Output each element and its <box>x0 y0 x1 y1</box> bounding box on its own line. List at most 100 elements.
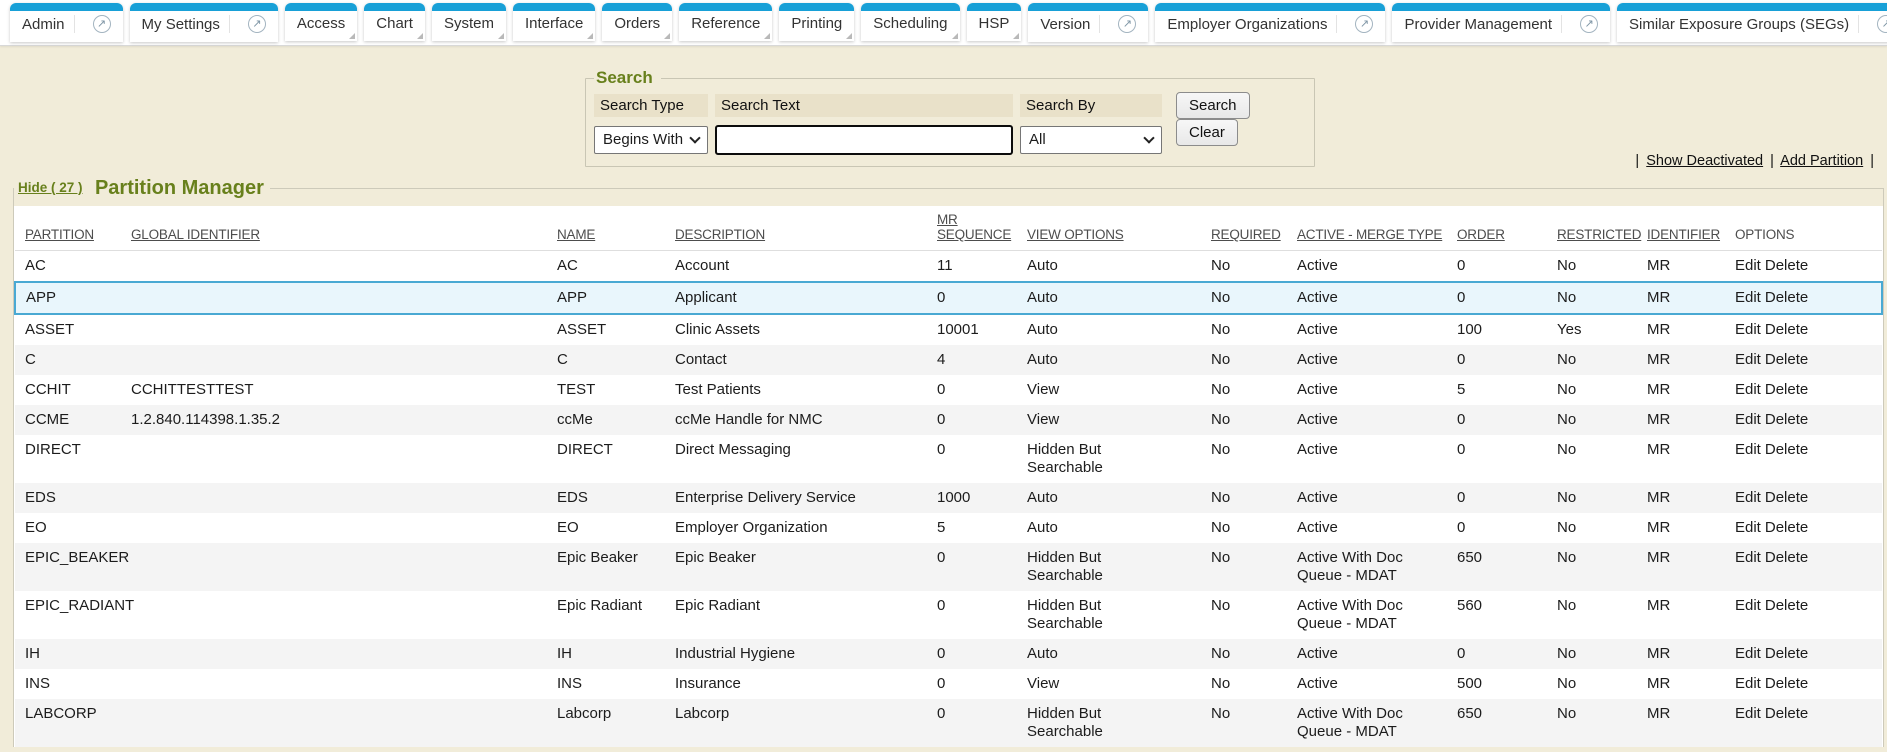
tab-provider-management[interactable]: Provider Management↗ <box>1392 3 1610 42</box>
search-text-input[interactable] <box>715 125 1013 155</box>
add-partition-link[interactable]: Add Partition <box>1780 153 1863 169</box>
search-by-select[interactable]: All <box>1020 126 1162 154</box>
tab-version[interactable]: Version↗ <box>1028 3 1148 42</box>
cell-value: Direct Messaging <box>675 441 791 458</box>
cell-partition: EPIC_RADIANT <box>15 591 131 639</box>
cell-mr-sequence: 1000 <box>937 483 1027 513</box>
cell-value: MR <box>1647 381 1670 398</box>
show-deactivated-link[interactable]: Show Deactivated <box>1646 153 1763 169</box>
sort-link[interactable]: PARTITION <box>25 227 94 242</box>
tab-similar-exposure-groups-segs[interactable]: Similar Exposure Groups (SEGs)↗ <box>1617 3 1887 42</box>
delete-row-link[interactable]: Delete <box>1765 675 1808 692</box>
edit-row-link[interactable]: Edit <box>1735 411 1761 428</box>
cell-value: 100 <box>1457 321 1482 338</box>
edit-row-link[interactable]: Edit <box>1735 321 1761 338</box>
delete-row-link[interactable]: Delete <box>1765 519 1808 536</box>
sort-link[interactable]: REQUIRED <box>1211 227 1281 242</box>
tab-reference[interactable]: Reference <box>679 3 772 41</box>
cell-active-merge-type: Active <box>1297 375 1457 405</box>
edit-row-link[interactable]: Edit <box>1735 381 1761 398</box>
cell-name: Labcorp <box>557 699 675 747</box>
column-header-order[interactable]: ORDER <box>1457 206 1557 251</box>
column-header-name[interactable]: NAME <box>557 206 675 251</box>
delete-row-link[interactable]: Delete <box>1765 351 1808 368</box>
tab-label: Orders <box>614 15 660 32</box>
table-row-ccme: CCME1.2.840.114398.1.35.2ccMeccMe Handle… <box>15 405 1882 435</box>
search-type-select[interactable]: Begins With <box>594 126 708 154</box>
tab-employer-organizations[interactable]: Employer Organizations↗ <box>1155 3 1385 42</box>
cell-restricted: Yes <box>1557 314 1647 345</box>
edit-row-link[interactable]: Edit <box>1735 441 1761 458</box>
sort-link[interactable]: DESCRIPTION <box>675 227 765 242</box>
column-header-identifier[interactable]: IDENTIFIER <box>1647 206 1735 251</box>
delete-row-link[interactable]: Delete <box>1765 289 1808 306</box>
sort-link[interactable]: MR SEQUENCE <box>937 212 1011 242</box>
edit-row-link[interactable]: Edit <box>1735 645 1761 662</box>
sort-link[interactable]: ORDER <box>1457 227 1505 242</box>
delete-row-link[interactable]: Delete <box>1765 411 1808 428</box>
cell-value: EO <box>557 519 579 536</box>
cell-value: 0 <box>1457 441 1465 458</box>
column-header-required[interactable]: REQUIRED <box>1211 206 1297 251</box>
cell-identifier: MR <box>1647 513 1735 543</box>
edit-row-link[interactable]: Edit <box>1735 351 1761 368</box>
cell-value: 650 <box>1457 705 1482 722</box>
sort-link[interactable]: RESTRICTED <box>1557 227 1641 242</box>
edit-row-link[interactable]: Edit <box>1735 549 1761 566</box>
hide-count-link[interactable]: Hide ( 27 ) <box>18 180 83 195</box>
popout-arrow-icon: ↗ <box>93 15 111 33</box>
cell-value: 0 <box>937 705 945 722</box>
edit-row-link[interactable]: Edit <box>1735 489 1761 506</box>
delete-row-link[interactable]: Delete <box>1765 549 1808 566</box>
tab-admin[interactable]: Admin↗ <box>10 3 123 42</box>
tab-access[interactable]: Access <box>285 3 357 41</box>
sort-link[interactable]: VIEW OPTIONS <box>1027 227 1124 242</box>
edit-row-link[interactable]: Edit <box>1735 257 1761 274</box>
edit-row-link[interactable]: Edit <box>1735 705 1761 722</box>
column-header-partition[interactable]: PARTITION <box>15 206 131 251</box>
tab-system[interactable]: System <box>432 3 506 41</box>
cell-identifier: MR <box>1647 543 1735 591</box>
sort-link[interactable]: GLOBAL IDENTIFIER <box>131 227 260 242</box>
cell-active-merge-type: Active With Doc Queue - MDAT <box>1297 699 1457 747</box>
delete-row-link[interactable]: Delete <box>1765 645 1808 662</box>
clear-button[interactable]: Clear <box>1176 119 1238 146</box>
column-header-mr-sequence[interactable]: MR SEQUENCE <box>937 206 1027 251</box>
edit-row-link[interactable]: Edit <box>1735 675 1761 692</box>
column-header-view-options[interactable]: VIEW OPTIONS <box>1027 206 1211 251</box>
sort-link[interactable]: NAME <box>557 227 595 242</box>
tab-label: HSP <box>979 15 1010 32</box>
search-button[interactable]: Search <box>1176 92 1250 119</box>
sort-link[interactable]: IDENTIFIER <box>1647 227 1720 242</box>
column-header-restricted[interactable]: RESTRICTED <box>1557 206 1647 251</box>
tab-my-settings[interactable]: My Settings↗ <box>130 3 278 42</box>
delete-row-link[interactable]: Delete <box>1765 489 1808 506</box>
delete-row-link[interactable]: Delete <box>1765 321 1808 338</box>
tab-hsp[interactable]: HSP <box>967 3 1022 41</box>
cell-order: 500 <box>1457 669 1557 699</box>
tab-orders[interactable]: Orders <box>602 3 672 41</box>
cell-value: CCME <box>25 411 69 428</box>
delete-row-link[interactable]: Delete <box>1765 441 1808 458</box>
delete-row-link[interactable]: Delete <box>1765 257 1808 274</box>
column-header-description[interactable]: DESCRIPTION <box>675 206 937 251</box>
tab-chart[interactable]: Chart <box>364 3 425 41</box>
cell-value: MR <box>1647 411 1670 428</box>
edit-row-link[interactable]: Edit <box>1735 519 1761 536</box>
delete-row-link[interactable]: Delete <box>1765 705 1808 722</box>
sort-link[interactable]: ACTIVE - MERGE TYPE <box>1297 227 1442 242</box>
edit-row-link[interactable]: Edit <box>1735 289 1761 306</box>
delete-row-link[interactable]: Delete <box>1765 597 1808 614</box>
table-row-cchit: CCHITCCHITTESTTESTTESTTest Patients0View… <box>15 375 1882 405</box>
cell-mr-sequence: 0 <box>937 639 1027 669</box>
tab-scheduling[interactable]: Scheduling <box>861 3 959 41</box>
cell-required: No <box>1211 591 1297 639</box>
tab-interface[interactable]: Interface <box>513 3 595 41</box>
column-header-active-merge-type[interactable]: ACTIVE - MERGE TYPE <box>1297 206 1457 251</box>
column-header-global-identifier[interactable]: GLOBAL IDENTIFIER <box>131 206 557 251</box>
edit-row-link[interactable]: Edit <box>1735 597 1761 614</box>
tab-printing[interactable]: Printing <box>779 3 854 41</box>
delete-row-link[interactable]: Delete <box>1765 381 1808 398</box>
cell-value: No <box>1211 705 1230 722</box>
cell-value: MR <box>1647 321 1670 338</box>
